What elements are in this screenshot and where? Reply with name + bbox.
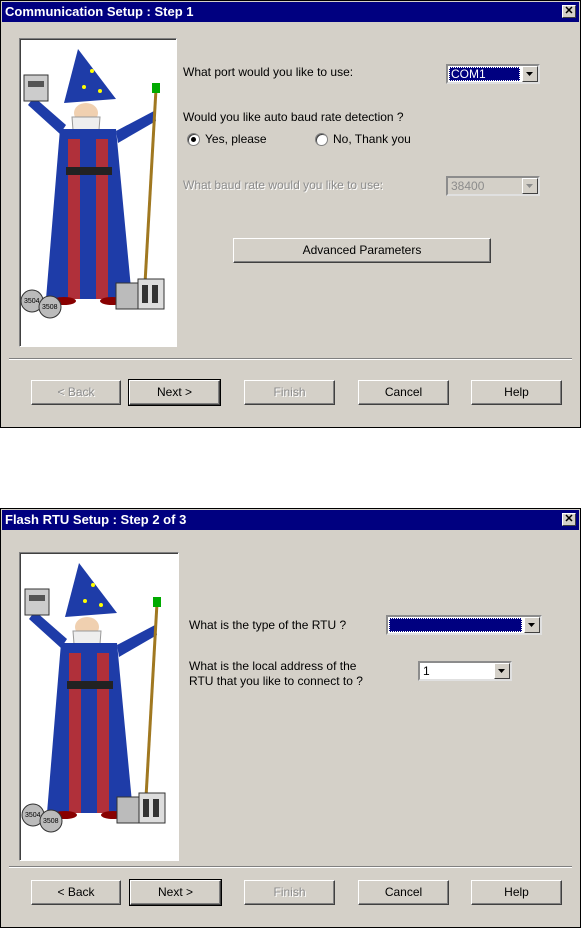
divider xyxy=(9,866,572,868)
dialog-title: Communication Setup : Step 1 xyxy=(5,4,194,19)
svg-text:3504: 3504 xyxy=(24,298,40,305)
flash-rtu-setup-dialog: Flash RTU Setup : Step 2 of 3 ✕ 3504 350… xyxy=(0,508,581,928)
radio-no-thank-you[interactable]: No, Thank you xyxy=(315,132,411,146)
wizard-icon: 3504 3508 xyxy=(20,49,165,319)
radio-selected-icon[interactable] xyxy=(187,132,200,146)
chevron-down-icon[interactable] xyxy=(524,617,540,633)
baud-rate-select[interactable]: 38400 xyxy=(446,176,540,196)
wizard-illustration: 3504 3508 xyxy=(19,38,177,347)
wizard-icon: 3504 3508 xyxy=(21,563,166,833)
close-icon[interactable]: ✕ xyxy=(562,5,576,18)
port-label: What port would you like to use: xyxy=(183,65,354,79)
radio-yes-label: Yes, please xyxy=(205,132,267,146)
back-button[interactable]: < Back xyxy=(31,380,121,405)
close-icon[interactable]: ✕ xyxy=(562,513,576,526)
dialog-title-bar[interactable]: Communication Setup : Step 1 ✕ xyxy=(2,2,579,22)
divider xyxy=(9,358,572,360)
baud-rate-value: 38400 xyxy=(451,179,485,193)
cancel-button[interactable]: Cancel xyxy=(358,880,449,905)
radio-yes-please[interactable]: Yes, please xyxy=(187,132,267,146)
address-value: 1 xyxy=(423,664,430,678)
finish-button[interactable]: Finish xyxy=(244,880,335,905)
port-value: COM1 xyxy=(449,67,520,81)
radio-unselected-icon[interactable] xyxy=(315,132,328,146)
advanced-parameters-button[interactable]: Advanced Parameters xyxy=(233,238,491,263)
chevron-down-icon[interactable] xyxy=(494,663,510,679)
chevron-down-icon[interactable] xyxy=(522,178,538,194)
dialog-title-bar[interactable]: Flash RTU Setup : Step 2 of 3 ✕ xyxy=(2,510,579,530)
communication-setup-dialog: Communication Setup : Step 1 ✕ 3504 3508… xyxy=(0,0,581,428)
finish-button[interactable]: Finish xyxy=(244,380,335,405)
svg-text:3504: 3504 xyxy=(25,812,41,819)
radio-no-label: No, Thank you xyxy=(333,132,411,146)
cancel-button[interactable]: Cancel xyxy=(358,380,449,405)
port-select[interactable]: COM1 xyxy=(446,64,540,84)
address-label-line2: RTU that you like to connect to ? xyxy=(189,674,363,688)
wizard-illustration: 3504 3508 xyxy=(19,552,179,861)
rtu-type-value xyxy=(389,618,522,632)
auto-baud-label: Would you like auto baud rate detection … xyxy=(183,110,404,124)
baud-rate-label: What baud rate would you like to use: xyxy=(183,178,384,192)
rtu-type-select[interactable] xyxy=(386,615,542,635)
dialog-title: Flash RTU Setup : Step 2 of 3 xyxy=(5,512,187,527)
help-button[interactable]: Help xyxy=(471,880,562,905)
help-button[interactable]: Help xyxy=(471,380,562,405)
address-select[interactable]: 1 xyxy=(418,661,512,681)
next-button[interactable]: Next > xyxy=(128,379,221,406)
rtu-type-label: What is the type of the RTU ? xyxy=(189,618,347,632)
next-button[interactable]: Next > xyxy=(129,879,222,906)
back-button[interactable]: < Back xyxy=(31,880,121,905)
svg-text:3508: 3508 xyxy=(43,818,59,825)
svg-text:3508: 3508 xyxy=(42,304,58,311)
address-label-line1: What is the local address of the xyxy=(189,659,357,673)
chevron-down-icon[interactable] xyxy=(522,66,538,82)
